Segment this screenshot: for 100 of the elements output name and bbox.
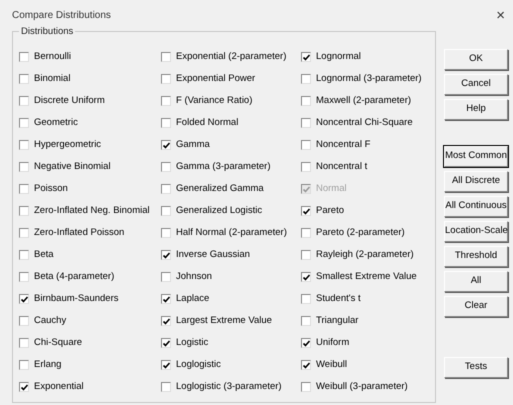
checkbox[interactable] xyxy=(301,52,311,62)
checkbox-label[interactable]: Noncentral Chi-Square xyxy=(316,116,413,130)
checkbox-label[interactable]: Laplace xyxy=(176,292,210,306)
checkbox-label[interactable]: Beta xyxy=(34,248,54,262)
dialog-button[interactable]: Location-Scale xyxy=(444,221,508,242)
checkbox[interactable] xyxy=(161,272,171,282)
checkbox[interactable] xyxy=(19,228,29,238)
close-button[interactable]: × xyxy=(492,8,509,23)
checkbox-label[interactable]: Largest Extreme Value xyxy=(176,314,272,328)
checkbox[interactable] xyxy=(19,272,29,282)
checkbox[interactable] xyxy=(301,206,311,216)
checkbox-label[interactable]: Uniform xyxy=(316,336,350,350)
checkbox[interactable] xyxy=(161,250,171,260)
checkbox[interactable] xyxy=(301,316,311,326)
checkbox-label[interactable]: Noncentral F xyxy=(316,138,370,152)
checkbox[interactable] xyxy=(19,162,29,172)
checkbox-label[interactable]: Lognormal (3-parameter) xyxy=(316,72,422,86)
checkbox[interactable] xyxy=(301,118,311,128)
checkbox-label[interactable]: Generalized Logistic xyxy=(176,204,262,218)
checkbox[interactable] xyxy=(19,96,29,106)
checkbox[interactable] xyxy=(301,96,311,106)
checkbox[interactable] xyxy=(19,184,29,194)
checkbox[interactable] xyxy=(161,74,171,84)
checkbox[interactable] xyxy=(161,294,171,304)
checkbox-label[interactable]: Birnbaum-Saunders xyxy=(34,292,118,306)
checkbox-label[interactable]: Logistic xyxy=(176,336,208,350)
checkbox-label[interactable]: Folded Normal xyxy=(176,116,238,130)
checkbox-label[interactable]: Cauchy xyxy=(34,314,66,328)
checkbox[interactable] xyxy=(19,206,29,216)
checkbox-label[interactable]: Discrete Uniform xyxy=(34,94,105,108)
checkbox[interactable] xyxy=(301,162,311,172)
checkbox-label[interactable]: Loglogistic xyxy=(176,358,221,372)
checkbox[interactable] xyxy=(19,140,29,150)
checkbox-label[interactable]: Weibull xyxy=(316,358,347,372)
checkbox[interactable] xyxy=(161,382,171,392)
checkbox-label[interactable]: Half Normal (2-parameter) xyxy=(176,226,287,240)
checkbox-label[interactable]: Generalized Gamma xyxy=(176,182,264,196)
checkbox-label[interactable]: F (Variance Ratio) xyxy=(176,94,252,108)
checkbox-label[interactable]: Zero-Inflated Neg. Binomial xyxy=(34,204,150,218)
checkbox[interactable] xyxy=(161,118,171,128)
dialog-button[interactable]: All Continuous xyxy=(444,196,508,217)
checkbox[interactable] xyxy=(301,140,311,150)
checkbox-label[interactable]: Smallest Extreme Value xyxy=(316,270,417,284)
checkbox-label[interactable]: Exponential (2-parameter) xyxy=(176,50,286,64)
checkbox-label[interactable]: Weibull (3-parameter) xyxy=(316,380,408,394)
checkbox-label[interactable]: Beta (4-parameter) xyxy=(34,270,114,284)
checkbox[interactable] xyxy=(19,52,29,62)
checkbox[interactable] xyxy=(301,74,311,84)
checkbox[interactable] xyxy=(161,52,171,62)
checkbox[interactable] xyxy=(301,294,311,304)
checkbox-label[interactable]: Zero-Inflated Poisson xyxy=(34,226,124,240)
checkbox-label[interactable]: Maxwell (2-parameter) xyxy=(316,94,412,108)
checkbox-label[interactable]: Geometric xyxy=(34,116,78,130)
dialog-button[interactable]: Help xyxy=(444,99,508,120)
dialog-button[interactable]: Tests xyxy=(444,357,508,378)
checkbox[interactable] xyxy=(161,96,171,106)
checkbox[interactable] xyxy=(301,272,311,282)
checkbox-label[interactable]: Chi-Square xyxy=(34,336,82,350)
checkbox[interactable] xyxy=(301,360,311,370)
checkbox-label[interactable]: Student's t xyxy=(316,292,361,306)
checkbox-label[interactable]: Poisson xyxy=(34,182,68,196)
checkbox-label[interactable]: Erlang xyxy=(34,358,62,372)
checkbox-label[interactable]: Lognormal xyxy=(316,50,361,64)
checkbox[interactable] xyxy=(161,360,171,370)
checkbox[interactable] xyxy=(19,118,29,128)
checkbox[interactable] xyxy=(19,382,29,392)
checkbox-label[interactable]: Binomial xyxy=(34,72,70,86)
checkbox[interactable] xyxy=(161,140,171,150)
checkbox-label[interactable]: Exponential Power xyxy=(176,72,256,86)
checkbox[interactable] xyxy=(301,228,311,238)
checkbox[interactable] xyxy=(161,206,171,216)
checkbox-label[interactable]: Gamma xyxy=(176,138,210,152)
dialog-button[interactable]: Cancel xyxy=(444,74,508,95)
checkbox-label[interactable]: Rayleigh (2-parameter) xyxy=(316,248,414,262)
checkbox-label[interactable]: Johnson xyxy=(176,270,212,284)
checkbox-label[interactable]: Inverse Gaussian xyxy=(176,248,250,262)
checkbox[interactable] xyxy=(19,338,29,348)
checkbox[interactable] xyxy=(19,250,29,260)
checkbox[interactable] xyxy=(161,316,171,326)
checkbox-label[interactable]: Bernoulli xyxy=(34,50,71,64)
checkbox[interactable] xyxy=(301,382,311,392)
dialog-button[interactable]: OK xyxy=(444,49,508,70)
checkbox-label[interactable]: Triangular xyxy=(316,314,358,328)
checkbox[interactable] xyxy=(19,360,29,370)
checkbox[interactable] xyxy=(301,338,311,348)
checkbox-label[interactable]: Noncentral t xyxy=(316,160,368,174)
dialog-button[interactable]: Threshold xyxy=(444,246,508,267)
dialog-button[interactable]: All xyxy=(444,271,508,292)
dialog-button[interactable]: Most Common xyxy=(444,146,508,167)
checkbox-label[interactable]: Negative Binomial xyxy=(34,160,111,174)
checkbox-label[interactable]: Gamma (3-parameter) xyxy=(176,160,270,174)
dialog-button[interactable]: All Discrete xyxy=(444,171,508,192)
checkbox[interactable] xyxy=(19,316,29,326)
checkbox-label[interactable]: Loglogistic (3-parameter) xyxy=(176,380,282,394)
checkbox[interactable] xyxy=(161,228,171,238)
checkbox[interactable] xyxy=(19,294,29,304)
checkbox-label[interactable]: Hypergeometric xyxy=(34,138,102,152)
checkbox[interactable] xyxy=(301,250,311,260)
dialog-button[interactable]: Clear xyxy=(444,296,508,317)
checkbox[interactable] xyxy=(161,162,171,172)
